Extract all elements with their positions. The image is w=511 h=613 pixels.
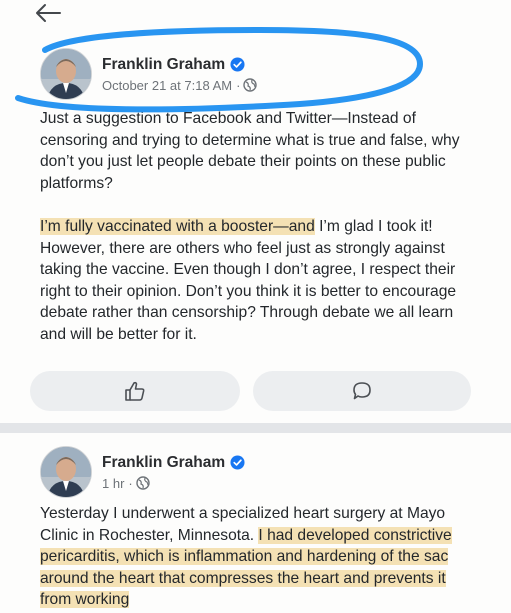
author-name[interactable]: Franklin Graham — [102, 56, 257, 74]
comment-button[interactable] — [253, 371, 471, 411]
post1-paragraph-2: I’m fully vaccinated with a booster—and … — [40, 216, 480, 345]
like-button[interactable] — [30, 371, 240, 411]
author-avatar[interactable] — [40, 48, 92, 100]
post-timestamp-row: October 21 at 7:18 AM · — [102, 78, 258, 93]
post-divider — [0, 423, 511, 433]
post2-header: Franklin Graham 1 hr · — [40, 446, 245, 498]
post-timestamp-row: 1 hr · — [102, 476, 245, 491]
globe-icon — [243, 78, 258, 92]
globe-icon — [136, 476, 150, 490]
post-timestamp[interactable]: October 21 at 7:18 AM — [102, 78, 232, 93]
comment-bubble-icon — [353, 382, 371, 400]
post2-paragraph: Yesterday I underwent a specialized hear… — [40, 503, 480, 611]
back-arrow-icon[interactable] — [34, 2, 62, 24]
highlighted-text: I’m fully vaccinated with a booster—and — [40, 218, 315, 235]
author-avatar[interactable] — [40, 446, 92, 498]
thumbs-up-icon — [125, 381, 145, 401]
verified-badge-icon — [230, 57, 245, 72]
paragraph-text: I’m glad I took it! However, there are o… — [40, 218, 457, 343]
post-timestamp[interactable]: 1 hr — [102, 476, 124, 491]
verified-badge-icon — [230, 455, 245, 470]
author-name[interactable]: Franklin Graham — [102, 454, 245, 472]
post1-paragraph-1: Just a suggestion to Facebook and Twitte… — [40, 110, 460, 192]
post1-header: Franklin Graham October 21 at 7:18 AM · — [40, 48, 258, 100]
